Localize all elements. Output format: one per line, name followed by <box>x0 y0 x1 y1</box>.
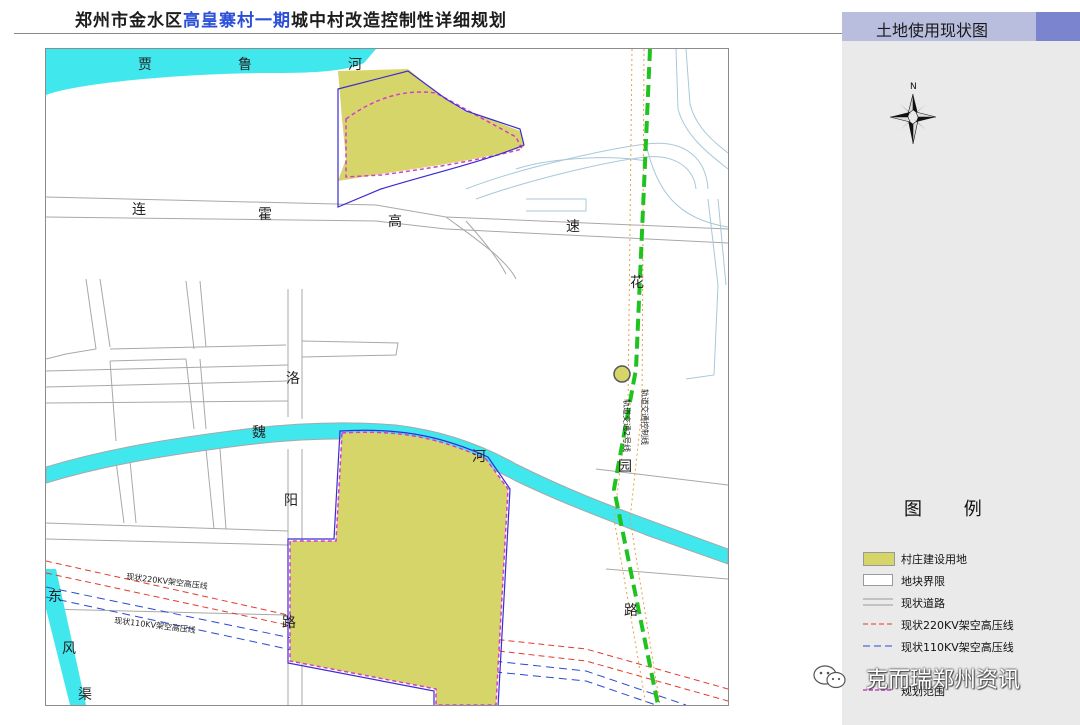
legend-item-parcel-boundary: 地块界限 <box>863 574 1063 588</box>
title-prefix: 郑州市金水区 <box>75 11 183 31</box>
label-lianhuo-1: 连 <box>132 202 146 218</box>
title-highlight: 高皇寨村一期 <box>183 11 291 31</box>
watermark-text: 克而瑞郑州资讯 <box>866 668 1021 693</box>
panel-header: 土地使用现状图 <box>842 12 1080 41</box>
interchange <box>465 49 728 380</box>
north-arrow-icon: N <box>889 82 937 145</box>
title-suffix: 城中村改造控制性详细规划 <box>291 11 507 31</box>
legend-item-220kv: 现状220KV架空高压线 <box>863 618 1063 632</box>
map-canvas[interactable]: 贾 鲁 河 连 霍 高 速 洛 阳 路 魏 河 花 园 路 东 风 渠 轨道交通… <box>46 49 728 705</box>
label-jialu-1: 贾 <box>138 57 152 73</box>
north-label: N <box>910 82 917 92</box>
legend-item-110kv: 现状110KV架空高压线 <box>863 640 1063 654</box>
label-canal-3: 渠 <box>78 687 92 703</box>
label-luoyang-1: 洛 <box>286 371 300 387</box>
swatch-110kv <box>863 645 893 647</box>
metro-station-icon <box>613 365 631 383</box>
map-frame[interactable]: 贾 鲁 河 连 霍 高 速 洛 阳 路 魏 河 花 园 路 东 风 渠 轨道交通… <box>45 48 729 706</box>
village-land-south <box>290 432 508 705</box>
swatch-existing-road <box>863 598 893 606</box>
legend-label: 现状道路 <box>901 597 945 610</box>
label-jialu-2: 鲁 <box>238 57 252 73</box>
swatch-parcel-boundary <box>863 574 893 586</box>
label-rail-control: 轨道交通控制线 <box>640 389 650 445</box>
swatch-village-land <box>863 552 895 566</box>
label-huayuan-2: 园 <box>618 459 632 475</box>
label-canal-1: 东 <box>48 589 62 605</box>
village-land-north <box>338 69 524 181</box>
label-wei-1: 魏 <box>252 425 266 441</box>
panel-accent <box>1036 12 1080 41</box>
legend-item-village-land: 村庄建设用地 <box>863 552 1063 566</box>
label-lianhuo-2: 霍 <box>258 207 272 223</box>
legend-title: 图 例 <box>904 499 1000 520</box>
page-title: 郑州市金水区高皇寨村一期城中村改造控制性详细规划 <box>75 6 507 31</box>
label-jialu-3: 河 <box>348 57 362 73</box>
label-luoyang-2: 阳 <box>284 493 298 509</box>
legend-label: 现状110KV架空高压线 <box>901 641 1014 654</box>
label-lianhuo-3: 高 <box>388 213 402 230</box>
label-canal-2: 风 <box>62 641 76 657</box>
label-huayuan-1: 花 <box>630 275 644 291</box>
jialu-river <box>46 49 376 95</box>
wechat-icon <box>813 665 846 689</box>
side-panel: 土地使用现状图 N 图 例 村庄建设用地 地块界限 现状道路 现状220KV架空… <box>842 12 1080 725</box>
label-wei-2: 河 <box>472 449 486 465</box>
swatch-220kv <box>863 623 893 625</box>
panel-title: 土地使用现状图 <box>876 21 989 40</box>
legend-label: 现状220KV架空高压线 <box>901 619 1014 632</box>
title-divider <box>14 33 844 34</box>
legend-item-existing-road: 现状道路 <box>863 596 1063 610</box>
lianhuo-expressway <box>46 196 728 280</box>
legend-label: 村庄建设用地 <box>901 553 967 566</box>
label-luoyang-3: 路 <box>282 615 296 631</box>
label-power-110: 现状110KV架空高压线 <box>114 615 197 635</box>
label-rail-line: 轨道交通2号线 <box>622 399 632 452</box>
label-huayuan-3: 路 <box>624 603 638 619</box>
label-lianhuo-4: 速 <box>566 219 580 235</box>
legend-label: 地块界限 <box>901 575 945 588</box>
